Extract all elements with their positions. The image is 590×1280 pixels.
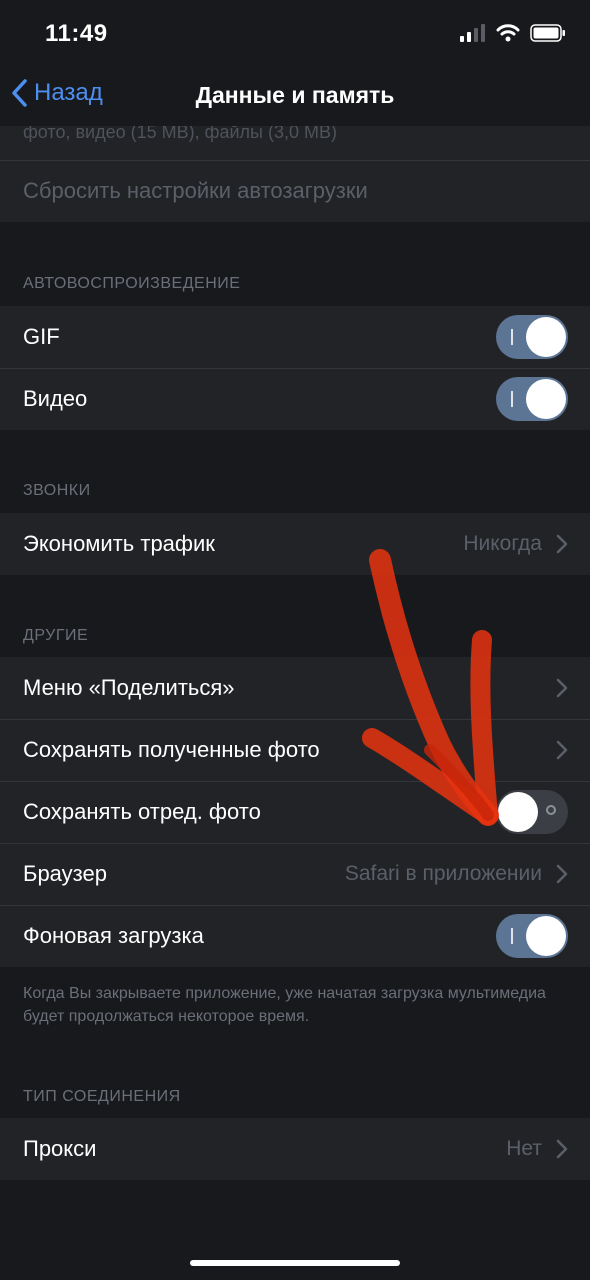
- toggle-knob: [498, 792, 538, 832]
- save-edited-photos-row: Сохранять отред. фото: [0, 781, 590, 843]
- autoplay-group: GIF Видео: [0, 306, 590, 430]
- browser-value: Safari в приложении: [344, 862, 542, 885]
- autoplay-video-row: Видео: [0, 368, 590, 430]
- toggle-knob: [526, 379, 566, 419]
- browser-label: Браузер: [23, 861, 107, 886]
- proxy-value: Нет: [506, 1137, 542, 1160]
- save-received-photos-row[interactable]: Сохранять полученные фото: [0, 719, 590, 781]
- section-header-calls: ЗВОНКИ: [23, 482, 91, 499]
- reset-autodownload-row[interactable]: Сбросить настройки автозагрузки: [0, 160, 590, 222]
- toggle-off-mark: [546, 805, 556, 815]
- status-icons: [460, 24, 566, 42]
- autoplay-video-toggle[interactable]: [496, 377, 568, 421]
- section-header-autoplay: АВТОВОСПРОИЗВЕДЕНИЕ: [23, 275, 241, 292]
- save-received-photos-label: Сохранять полученные фото: [23, 737, 320, 762]
- share-menu-row[interactable]: Меню «Поделиться»: [0, 657, 590, 719]
- autoplay-gif-toggle[interactable]: [496, 315, 568, 359]
- toggle-knob: [526, 317, 566, 357]
- save-traffic-label: Экономить трафик: [23, 531, 215, 556]
- chevron-right-icon: [556, 534, 568, 554]
- background-download-toggle[interactable]: [496, 914, 568, 958]
- autodownload-group: фото, видео (15 MB), файлы (3,0 MB) Сбро…: [0, 126, 590, 222]
- toggle-on-mark: [511, 329, 513, 345]
- connection-group: Прокси Нет: [0, 1118, 590, 1180]
- other-group: Меню «Поделиться» Сохранять полученные ф…: [0, 657, 590, 967]
- section-header-connection: ТИП СОЕДИНЕНИЯ: [23, 1088, 181, 1105]
- browser-row[interactable]: Браузер Safari в приложении: [0, 843, 590, 905]
- autoplay-gif-row: GIF: [0, 306, 590, 368]
- background-download-label: Фоновая загрузка: [23, 923, 204, 948]
- save-edited-photos-label: Сохранять отред. фото: [23, 799, 261, 824]
- chevron-right-icon: [556, 1139, 568, 1159]
- autoplay-gif-label: GIF: [23, 324, 60, 349]
- calls-group: Экономить трафик Никогда: [0, 513, 590, 575]
- autoplay-video-label: Видео: [23, 386, 88, 411]
- home-indicator: [190, 1260, 400, 1266]
- battery-icon: [530, 24, 565, 42]
- autodownload-summary-row[interactable]: фото, видео (15 MB), файлы (3,0 MB): [0, 126, 590, 160]
- save-traffic-row[interactable]: Экономить трафик Никогда: [0, 513, 590, 575]
- navigation-bar: Назад Данные и память: [0, 70, 590, 126]
- status-time: 11:49: [45, 20, 108, 47]
- proxy-row[interactable]: Прокси Нет: [0, 1118, 590, 1180]
- toggle-on-mark: [511, 391, 513, 407]
- signal-icon: [460, 24, 485, 42]
- save-traffic-value: Никогда: [463, 532, 542, 555]
- section-header-other: ДРУГИЕ: [23, 627, 89, 644]
- proxy-label: Прокси: [23, 1136, 97, 1161]
- autodownload-summary: фото, видео (15 MB), файлы (3,0 MB): [23, 126, 337, 142]
- chevron-right-icon: [556, 678, 568, 698]
- page-title: Данные и память: [195, 82, 395, 108]
- share-menu-label: Меню «Поделиться»: [23, 675, 235, 700]
- background-download-row: Фоновая загрузка: [0, 905, 590, 967]
- status-bar: 11:49: [0, 0, 590, 70]
- chevron-right-icon: [556, 864, 568, 884]
- background-download-footnote: Когда Вы закрываете приложение, уже нача…: [23, 985, 546, 1025]
- reset-autodownload-label: Сбросить настройки автозагрузки: [23, 178, 368, 203]
- toggle-knob: [526, 916, 566, 956]
- chevron-right-icon: [556, 740, 568, 760]
- wifi-icon: [496, 24, 520, 42]
- save-edited-photos-toggle[interactable]: [496, 790, 568, 834]
- toggle-on-mark: [511, 928, 513, 944]
